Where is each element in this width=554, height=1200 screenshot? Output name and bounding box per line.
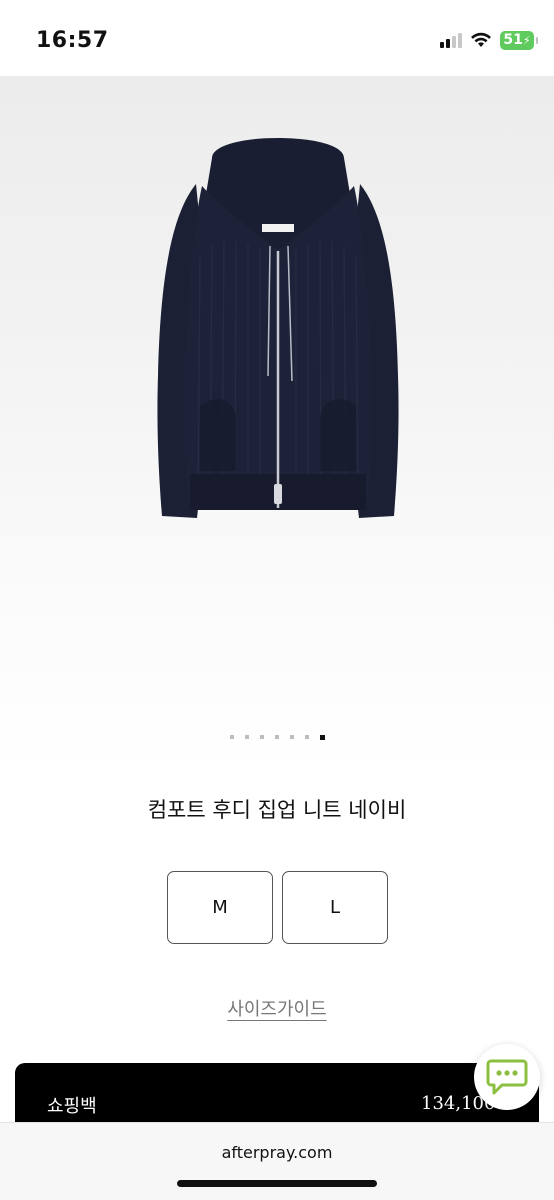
carousel-dot[interactable] [244,735,249,739]
chat-bubble-icon [486,1059,528,1095]
carousel-dot[interactable] [274,735,279,739]
size-button-m[interactable]: M [167,871,273,944]
url-text[interactable]: afterpray.com [0,1143,554,1162]
status-time: 16:57 [36,28,109,53]
carousel-indicator[interactable] [0,735,554,740]
shopping-bag-label: 쇼핑백 [47,1096,97,1117]
size-guide: 사이즈가이드 [0,995,554,1021]
wifi-icon [471,32,491,47]
browser-address-bar[interactable]: afterpray.com [0,1122,554,1200]
size-selector: M L [167,871,388,944]
size-button-l[interactable]: L [282,871,388,944]
carousel-dot[interactable] [304,735,309,739]
product-title: 컴포트 후디 집업 니트 네이비 [147,798,407,822]
battery-charging-icon: 51 ⚡ [500,30,538,50]
status-icons: 51 ⚡ [440,29,538,51]
battery-level: 51 [503,32,523,48]
product-image-area[interactable] [0,76,554,776]
carousel-dot-active[interactable] [319,735,325,740]
carousel-dot[interactable] [229,735,234,739]
home-indicator[interactable] [177,1180,377,1187]
product-image [157,138,399,518]
signal-icon [440,32,462,48]
carousel-dot[interactable] [259,735,264,739]
carousel-dot[interactable] [289,735,294,739]
chat-button[interactable] [474,1044,540,1110]
status-bar: 16:57 51 ⚡ [0,0,554,76]
size-guide-link[interactable]: 사이즈가이드 [227,999,326,1020]
